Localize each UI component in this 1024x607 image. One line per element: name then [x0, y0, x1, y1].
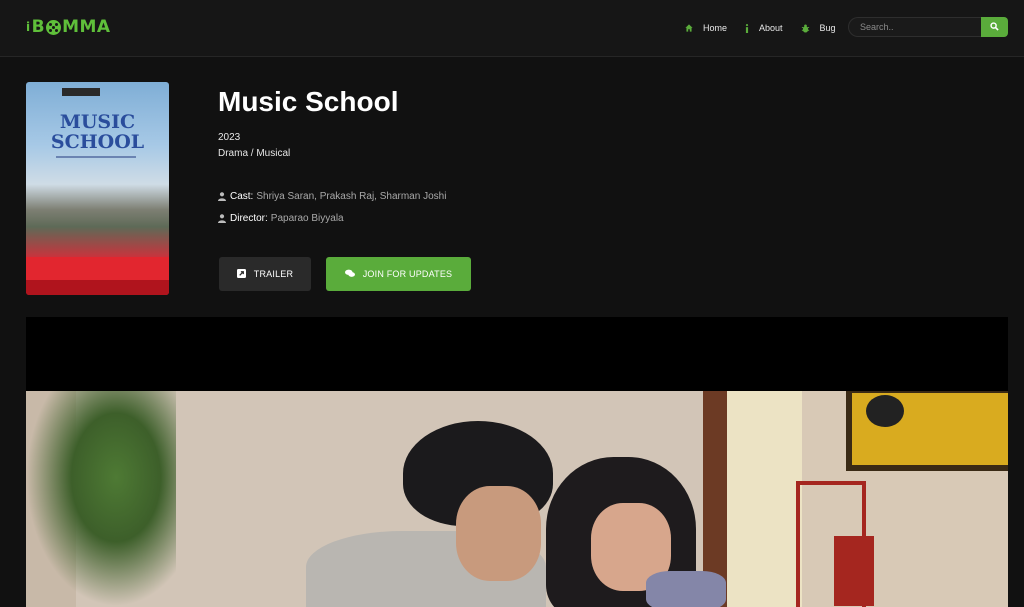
poster-credits-line — [56, 156, 136, 158]
user-icon — [218, 214, 226, 223]
movie-poster[interactable]: MUSIC SCHOOL — [26, 82, 169, 295]
nav-label-bug: Bug — [819, 23, 836, 33]
nav-item-bug[interactable]: Bug — [801, 23, 836, 33]
movie-year: 2023 — [218, 132, 241, 143]
nav-item-home[interactable]: Home — [685, 23, 727, 33]
poster-title-line1: MUSIC — [59, 111, 136, 133]
nav-label-home: Home — [703, 23, 728, 33]
trailer-button-label: TRAILER — [253, 269, 294, 279]
still-plant — [26, 391, 176, 607]
still-person1-face — [456, 486, 541, 581]
video-still-image — [26, 391, 1008, 607]
still-window — [727, 391, 802, 607]
movie-genre: Drama / Musical — [218, 148, 291, 159]
nav-item-about[interactable]: About — [745, 23, 783, 33]
poster-title: MUSIC SCHOOL — [26, 112, 169, 152]
poster-title-line2: SCHOOL — [50, 131, 145, 153]
chat-bubbles-icon — [344, 269, 363, 280]
trailer-button[interactable]: TRAILER — [219, 257, 311, 291]
movie-title: Music School — [218, 86, 399, 117]
logo-letters-mma: MMA — [62, 17, 111, 37]
director-row: Director: Paparao Biyyala — [218, 213, 344, 224]
nav-label-about: About — [759, 23, 783, 33]
home-icon — [685, 24, 698, 32]
search-button[interactable] — [981, 17, 1008, 37]
top-navbar: i B MMA Home About Bug — [0, 0, 1024, 57]
site-logo[interactable]: i B MMA — [26, 16, 111, 38]
join-button-label: JOIN FOR UPDATES — [362, 269, 453, 279]
director-value: Paparao Biyyala — [270, 213, 344, 224]
poster-car-image — [26, 280, 169, 295]
poster-kids-image — [26, 257, 169, 281]
director-label: Director: — [230, 213, 268, 224]
still-person2-top — [646, 571, 726, 607]
info-icon — [745, 23, 754, 33]
user-icon — [218, 192, 226, 201]
join-updates-button[interactable]: JOIN FOR UPDATES — [326, 257, 471, 291]
main-nav: Home About Bug — [685, 21, 854, 35]
film-reel-icon — [46, 19, 62, 35]
poster-studio-logos — [62, 88, 100, 96]
external-link-icon — [236, 268, 254, 280]
still-red-box — [834, 536, 874, 606]
search-input[interactable] — [848, 17, 982, 37]
cast-row: Cast: Shriya Saran, Prakash Raj, Sharman… — [218, 191, 446, 202]
bug-icon — [801, 23, 815, 33]
cast-label: Cast: — [230, 191, 254, 202]
search-icon — [990, 18, 999, 36]
search-bar — [848, 17, 1008, 37]
video-player[interactable] — [26, 317, 1008, 607]
still-record — [866, 395, 904, 427]
logo-letter-b: B — [31, 17, 46, 37]
logo-letter-i: i — [26, 20, 31, 34]
cast-value: Shriya Saran, Prakash Raj, Sharman Joshi — [256, 191, 447, 202]
